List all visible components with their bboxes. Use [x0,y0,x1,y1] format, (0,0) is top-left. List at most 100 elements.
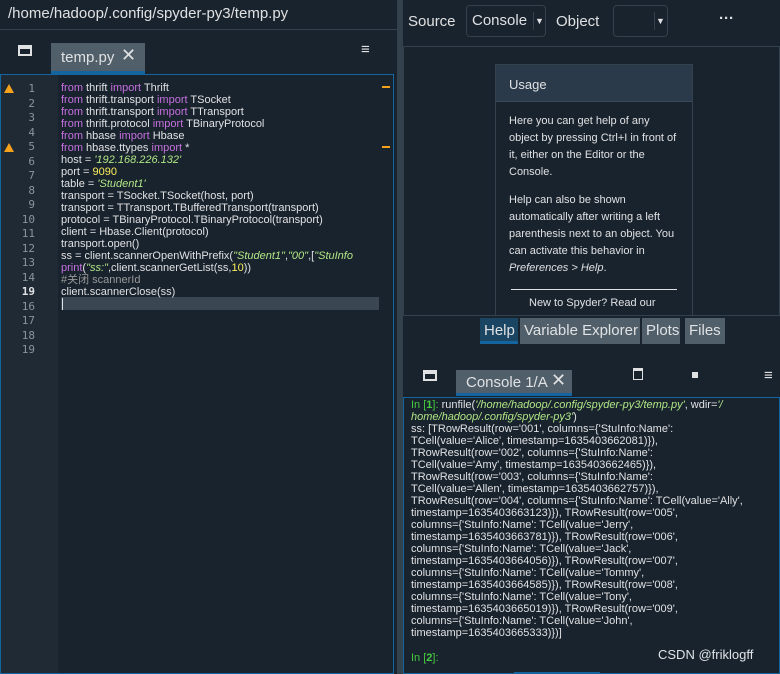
usage-title: Usage [496,65,692,102]
console-output-line: columns={'StuInfo:Name': TCell(value='Je… [411,519,634,531]
code-line-18: client.scannerClose(ss) [61,286,176,298]
tab-temp-py[interactable]: temp.py ✕ [51,43,145,74]
line-number-gutter: 1 2 3 4 5 6 7 8 9 10 11 12 13 14 19 16 17 18 19 [1,75,58,673]
code-line-6: from hbase.ttypes import * [61,142,190,154]
console-output[interactable]: In [1]: runfile('/home/hadoop/.config/sp… [403,397,780,674]
window-title-bar: /home/hadoop/.config/spyder-py3/temp.py [0,0,397,30]
code-line-7: host = '192.168.226.132' [61,154,182,166]
help-pane: Source Console ▼ Object ▼ ··· Usage Here… [403,0,780,344]
window-title: /home/hadoop/.config/spyder-py3/temp.py [8,5,289,22]
console-output-line: TCell(value='Amy', timestamp=16354036624… [411,459,657,471]
line-number: 19 [21,343,35,356]
close-tab-icon[interactable]: ✕ [121,45,136,66]
warning-marker[interactable] [382,86,390,88]
code-text[interactable]: from thrift import Thrift from thrift.tr… [61,75,379,673]
tab-help[interactable]: Help [480,318,518,344]
code-line-3: from thrift.transport import TTransport [61,106,244,118]
tab-files[interactable]: Files [685,318,725,344]
tab-console[interactable]: Console 1/A ✕ [456,370,572,396]
stop-icon[interactable] [692,372,698,378]
line-number: 11 [21,227,35,240]
console-tab-label: Console 1/A [466,374,548,391]
console-pane: Console 1/A ✕ ≡ In [1]: runfile('/home/h… [403,350,780,674]
line-number: 2 [28,96,35,110]
usage-paragraph-1: Here you can get help of any object by p… [509,115,677,178]
console-output-line: columns={'StuInfo:Name': TCell(value='To… [411,567,645,579]
line-number: 7 [28,169,35,182]
undock-icon[interactable] [18,45,32,56]
watermark: CSDN @friklogff [658,647,754,662]
line-number: 16 [21,299,35,313]
console-output-line: columns={'StuInfo:Name': TCell(value='Ja… [411,543,632,555]
code-editor[interactable]: 1 2 3 4 5 6 7 8 9 10 11 12 13 14 19 16 17 18 19 from thrif… [0,74,394,674]
usage-more-text: New to Spyder? Read our [529,297,656,309]
code-line-2: from thrift.transport import TSocket [61,94,231,106]
help-tab-bar: Help Variable Explorer Plots Files [403,316,780,344]
warning-icon[interactable] [4,84,14,93]
console-output-line: timestamp=1635403663781)}), TRowResult(r… [411,531,678,543]
code-line-12: protocol = TBinaryProtocol.TBinaryProtoc… [61,214,323,226]
warning-marker[interactable] [382,146,390,148]
tab-variable-explorer[interactable]: Variable Explorer [520,318,640,344]
line-number: 4 [28,125,35,139]
source-dropdown-value: Console [472,12,528,29]
line-number: 10 [21,212,35,226]
undock-icon[interactable] [423,370,437,381]
code-line-15: ss = client.scannerOpenWithPrefix("Stude… [61,250,353,262]
line-number: 6 [28,154,35,168]
warning-icon[interactable] [4,143,14,152]
chevron-down-icon: ▼ [654,12,666,30]
console-output-line: timestamp=1635403665019)}), TRowResult(r… [411,603,678,615]
editor-tab-bar: temp.py ✕ ≡ [0,32,397,74]
console-output-line: timestamp=1635403665333)})] [411,627,562,639]
source-dropdown[interactable]: Console ▼ [466,5,546,37]
help-toolbar: Source Console ▼ Object ▼ ··· [403,0,780,44]
console-output-line: TCell(value='Alice', timestamp=163540366… [411,435,658,447]
line-number: 13 [21,256,35,269]
line-number: 5 [28,140,35,153]
trash-icon[interactable] [633,368,643,380]
code-line-11: transport = TTransport.TBufferedTranspor… [61,202,319,214]
line-number: 3 [28,111,35,124]
close-tab-icon[interactable]: ✕ [551,370,566,391]
code-line-9: table = 'Student1' [61,178,146,190]
chevron-down-icon: ▼ [533,12,545,30]
console-output-line: columns={'StuInfo:Name': TCell(value='Jo… [411,615,633,627]
line-number: 19 [21,285,35,298]
console-output-line: timestamp=1635403664585)}), TRowResult(r… [411,579,678,591]
code-line-17: #关闭 scannerId [61,274,141,286]
code-line-5: from hbase import Hbase [61,130,185,142]
spyder-window: /home/hadoop/.config/spyder-py3/temp.py … [0,0,780,674]
code-line-14: transport.open() [61,238,140,250]
console-input-1: In [1]: runfile('/home/hadoop/.config/sp… [411,399,723,411]
console-output-line: TCell(value='Allen', timestamp=163540366… [411,483,659,495]
console-input-2[interactable]: In [2]: [411,652,439,664]
console-output-line: timestamp=1635403663123)}), TRowResult(r… [411,507,678,519]
console-options-menu-icon[interactable]: ≡ [764,367,773,384]
line-number: 14 [21,270,35,284]
line-number: 9 [28,198,35,211]
divider [511,289,677,290]
line-number: 1 [28,82,35,95]
console-input-1-cont: home/hadoop/.config/spyder-py3') [411,411,577,423]
object-dropdown[interactable]: ▼ [613,5,668,37]
help-content: Usage Here you can get help of any objec… [403,46,780,316]
console-output-line: TRowResult(row='003', columns={'StuInfo:… [411,471,653,483]
code-line-4: from thrift.protocol import TBinaryProto… [61,118,265,130]
code-line-16: print("ss:",client.scannerGetList(ss,10)… [61,262,252,274]
tab-plots[interactable]: Plots [642,318,680,344]
source-label: Source [408,13,456,30]
line-number: 18 [21,328,35,342]
console-output-line: TRowResult(row='002', columns={'StuInfo:… [411,447,653,459]
console-output-line: ss: [TRowResult(row='001', columns={'Stu… [411,423,674,435]
options-icon[interactable]: ··· [719,10,734,27]
line-number: 17 [21,314,35,327]
editor-pane: /home/hadoop/.config/spyder-py3/temp.py … [0,0,397,674]
usage-paragraph-2: Help can also be shown automatically aft… [509,194,675,274]
editor-options-menu-icon[interactable]: ≡ [361,41,370,58]
line-number: 12 [21,241,35,255]
line-number: 8 [28,183,35,197]
console-output-line: timestamp=1635403664056)}), TRowResult(r… [411,555,678,567]
object-label: Object [556,13,600,30]
code-line-8: port = 9090 [61,166,117,178]
